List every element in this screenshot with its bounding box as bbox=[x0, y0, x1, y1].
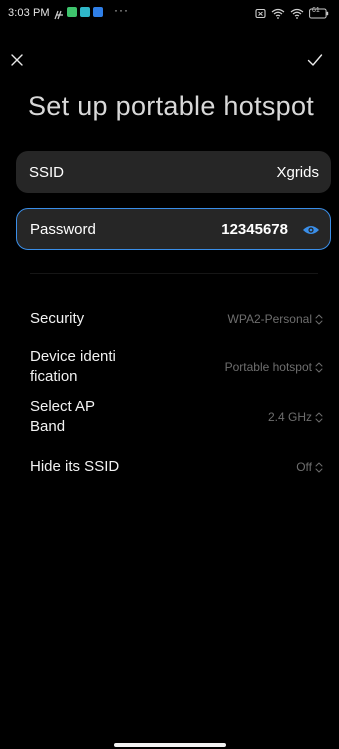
setting-row-security[interactable]: Security WPA2-Personal bbox=[0, 307, 339, 331]
setting-row-hide-ssid[interactable]: Hide its SSID Off bbox=[0, 455, 339, 479]
notification-icons bbox=[54, 7, 103, 20]
confirm-button[interactable] bbox=[303, 48, 327, 72]
nfc-icon bbox=[54, 7, 64, 20]
app-icon-teal bbox=[80, 7, 90, 17]
setting-value-text: 2.4 GHz bbox=[267, 410, 312, 424]
password-value[interactable]: 12345678 bbox=[221, 221, 288, 238]
app-icon-blue bbox=[93, 7, 103, 17]
page-title: Set up portable hotspot bbox=[28, 91, 315, 121]
wifi-icon bbox=[271, 6, 285, 19]
eye-icon bbox=[302, 223, 320, 235]
status-time: 3:03 PM bbox=[8, 7, 50, 19]
setting-label: Device identi fication bbox=[30, 348, 116, 385]
setting-value-text: WPA2-Personal bbox=[227, 312, 312, 326]
chevron-up-down-icon bbox=[315, 362, 323, 373]
setting-label: Security bbox=[30, 310, 85, 327]
battery-level: 61 bbox=[312, 7, 320, 14]
more-notifications-icon: ··· bbox=[114, 3, 129, 17]
battery-icon: 61 bbox=[309, 6, 329, 19]
setting-row-device-identification[interactable]: Device identi fication Portable hotspot bbox=[0, 347, 339, 389]
show-password-button[interactable] bbox=[301, 220, 321, 238]
home-indicator[interactable] bbox=[114, 743, 226, 747]
app-icon-green bbox=[67, 7, 77, 17]
setting-value[interactable]: Portable hotspot bbox=[225, 360, 323, 374]
wifi-icon-2 bbox=[290, 6, 304, 19]
setting-value[interactable]: WPA2-Personal bbox=[228, 312, 323, 326]
setting-value-text: Off bbox=[296, 460, 312, 474]
setting-value[interactable]: Off bbox=[296, 460, 323, 474]
password-label: Password bbox=[30, 221, 96, 238]
close-button[interactable] bbox=[5, 48, 29, 72]
system-icons: 61 bbox=[255, 6, 329, 19]
setting-value-text: Portable hotspot bbox=[224, 360, 312, 374]
setting-row-ap-band[interactable]: Select AP Band 2.4 GHz bbox=[0, 397, 339, 439]
divider bbox=[30, 273, 318, 274]
chevron-up-down-icon bbox=[315, 314, 323, 325]
checkmark-icon bbox=[307, 53, 323, 67]
chevron-up-down-icon bbox=[315, 412, 323, 423]
password-field[interactable]: Password 12345678 bbox=[16, 208, 331, 250]
setting-label: Select AP Band bbox=[30, 398, 96, 435]
close-icon bbox=[10, 53, 24, 67]
ssid-value[interactable]: Xgrids bbox=[276, 164, 319, 181]
status-bar: 3:03 PM ··· 61 bbox=[0, 0, 339, 30]
chevron-up-down-icon bbox=[315, 462, 323, 473]
setting-value[interactable]: 2.4 GHz bbox=[268, 410, 323, 424]
ssid-label: SSID bbox=[29, 164, 65, 181]
ssid-field[interactable]: SSID Xgrids bbox=[16, 151, 331, 193]
sim-icon bbox=[255, 6, 266, 19]
setting-label: Hide its SSID bbox=[30, 458, 120, 475]
